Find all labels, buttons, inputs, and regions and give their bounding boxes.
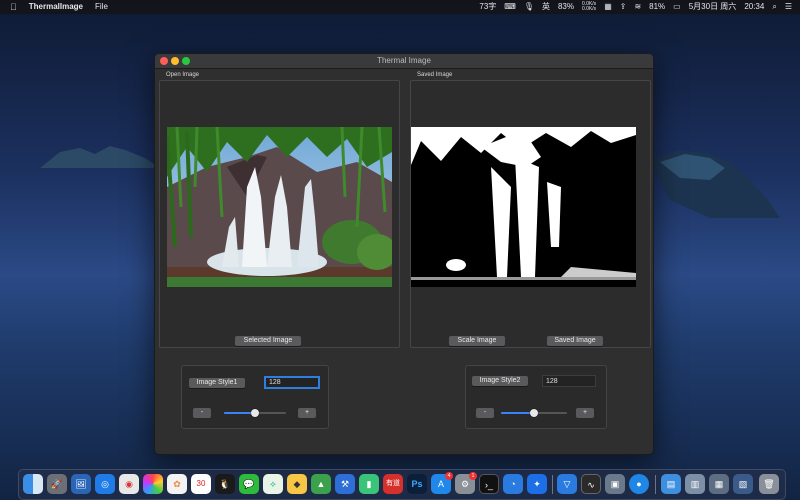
wechat-devtools-icon[interactable]: ⟡ [263, 474, 283, 494]
style1-decrement-button[interactable]: - [193, 408, 211, 418]
xcode-icon[interactable]: ⚒ [335, 474, 355, 494]
android-studio-icon[interactable]: ▲ [311, 474, 331, 494]
dock-separator-2 [655, 475, 656, 494]
saved-image-button[interactable]: Saved Image [547, 336, 603, 346]
title-bar[interactable]: Thermal Image [155, 54, 653, 69]
terminal-icon[interactable]: ›_ [479, 474, 499, 494]
input-source-status[interactable]: 英 [542, 0, 550, 14]
open-image-pane [159, 80, 400, 348]
image-style2-button[interactable]: Image Style2 [472, 376, 528, 386]
time-status[interactable]: 20:34 [744, 0, 764, 14]
style2-increment-button[interactable]: + [576, 408, 594, 418]
battery-status[interactable]: 81% [649, 0, 665, 14]
thermal-image-minimized-icon[interactable]: ● [629, 474, 649, 494]
folder-stack-icon[interactable]: ▧ [733, 474, 753, 494]
image-style2-panel: Image Style2 128 - + [465, 365, 607, 429]
spotlight-icon[interactable]: ⌕ [772, 0, 776, 14]
scale-image-button[interactable]: Scale Image [449, 336, 505, 346]
dock-separator [552, 475, 553, 494]
wechat-icon[interactable]: 💬 [239, 474, 259, 494]
preferences-badge: 1 [469, 472, 477, 480]
style2-threshold-input[interactable]: 128 [542, 375, 596, 387]
thermal-image-app-icon[interactable]: ◔ [503, 474, 523, 494]
chrome-icon[interactable]: ◉ [119, 474, 139, 494]
file-menu[interactable]: File [95, 0, 108, 14]
notification-center-icon[interactable]: ☰ [785, 0, 792, 14]
thermal-output-image [411, 127, 636, 287]
saved-image-label: Saved Image [417, 72, 453, 78]
wifi-icon[interactable]: ≋ [634, 0, 641, 14]
gear-app-icon[interactable]: ✦ [527, 474, 547, 494]
screenshot-stack-icon[interactable]: ▥ [685, 474, 705, 494]
date-status[interactable]: 5月30日 周六 [689, 0, 737, 14]
app-menu[interactable]: ThermalImage [29, 0, 83, 14]
shield-icon[interactable]: ▽ [557, 474, 577, 494]
thermal-image-window: Thermal Image Open Image Saved Image Sel… [154, 53, 654, 455]
calendar-menu-icon[interactable]: ▦ [604, 0, 612, 14]
microphone-icon[interactable]: 🎙 [524, 0, 534, 14]
apple-menu-icon[interactable]:  [10, 0, 17, 14]
photoshop-icon[interactable]: Ps [407, 474, 427, 494]
trash-icon[interactable]: 🗑 [759, 474, 779, 494]
safari-icon[interactable]: ◎ [95, 474, 115, 494]
menu-bar:  ThermalImage File 73字 ⌨ 🎙 英 83% 0.0K/s… [0, 0, 800, 14]
window-title: Thermal Image [377, 56, 431, 65]
island-left [40, 146, 160, 168]
style1-threshold-slider[interactable] [224, 409, 286, 417]
activity-monitor-icon[interactable]: ∿ [581, 474, 601, 494]
dock: 🚀 🖼 ◎ ◉ ✿ 30 🐧 💬 ⟡ ◆ ▲ ⚒ ▮ 有道 Ps A 4 ⚙ 1… [18, 469, 786, 500]
source-waterfall-image [167, 127, 392, 287]
island-right [650, 150, 780, 218]
preview-icon[interactable]: 🖼 [71, 474, 91, 494]
network-speed[interactable]: 0.0K/s 0.0K/s [582, 2, 596, 12]
keyboard-icon[interactable]: ⌨ [504, 0, 516, 14]
document-stack-icon[interactable]: ▦ [709, 474, 729, 494]
pycharm-icon[interactable]: ▮ [359, 474, 379, 494]
sketch-icon[interactable]: ◆ [287, 474, 307, 494]
ime-count-status[interactable]: 73字 [479, 0, 496, 14]
launchpad-icon[interactable]: 🚀 [47, 474, 67, 494]
calendar-icon[interactable]: 30 [191, 474, 211, 494]
style1-increment-button[interactable]: + [298, 408, 316, 418]
downloads-folder-icon[interactable]: ▤ [661, 474, 681, 494]
image-style1-panel: Image Style1 128 - + [181, 365, 329, 429]
open-image-label: Open Image [166, 72, 200, 78]
image-style1-button[interactable]: Image Style1 [189, 378, 245, 388]
finder-icon[interactable] [23, 474, 43, 494]
battery-icon[interactable]: ▭ [673, 0, 681, 14]
color-picker-icon[interactable] [143, 474, 163, 494]
app-store-badge: 4 [445, 472, 453, 480]
youdao-dictionary-icon[interactable]: 有道 [383, 474, 403, 494]
upload-icon[interactable]: ⇪ [620, 0, 627, 14]
style2-decrement-button[interactable]: - [476, 408, 494, 418]
window-thumbnail-icon[interactable]: ▣ [605, 474, 625, 494]
qq-icon[interactable]: 🐧 [215, 474, 235, 494]
net-down: 0.0K/s [582, 6, 597, 12]
style2-slider-thumb[interactable] [530, 409, 538, 417]
selected-image-button[interactable]: Selected Image [235, 336, 301, 346]
cpu-status[interactable]: 83% [558, 0, 574, 14]
style2-threshold-slider[interactable] [501, 409, 567, 417]
photos-icon[interactable]: ✿ [167, 474, 187, 494]
style1-slider-thumb[interactable] [251, 409, 259, 417]
saved-image-pane [410, 80, 651, 348]
style1-threshold-input[interactable]: 128 [264, 376, 320, 389]
